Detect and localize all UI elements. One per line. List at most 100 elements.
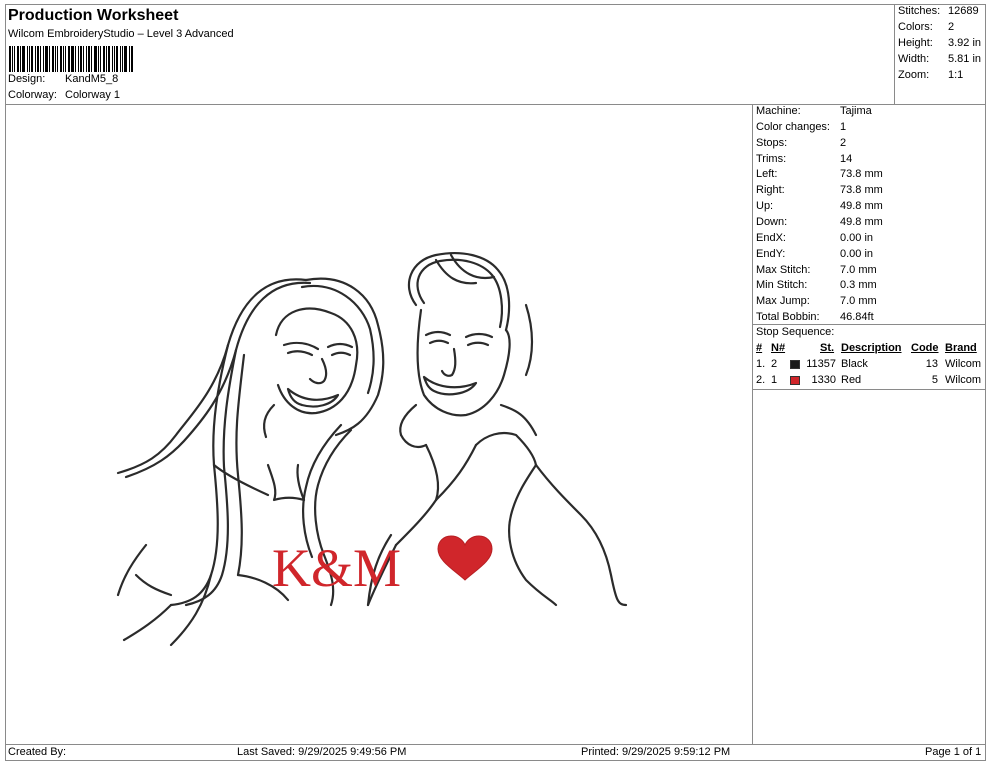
colorway-row: Colorway: Colorway 1: [8, 89, 120, 101]
barcode-bar: [116, 46, 118, 72]
machine-info-row: Color changes: 1: [756, 121, 846, 133]
barcode-bar: [68, 46, 70, 72]
machine-info-row: Max Stitch: 7.0 mm: [756, 264, 877, 276]
machine-info-value: 73.8 mm: [840, 184, 883, 197]
stop-needle: 1: [771, 374, 778, 386]
barcode-bar: [100, 46, 101, 72]
printed-date: Printed: 9/29/2025 9:59:12 PM: [581, 746, 731, 758]
stop-sequence-divider: [753, 324, 986, 325]
colorway-value: Colorway 1: [65, 89, 121, 101]
stop-stitches: 1330: [811, 374, 836, 386]
machine-info-label: Right:: [756, 184, 785, 197]
machine-info-row: Max Jump: 7.0 mm: [756, 295, 877, 307]
barcode-bar: [124, 46, 127, 72]
barcode-bar: [98, 46, 99, 72]
design-row: Design: KandM5_8: [8, 73, 118, 85]
barcode-bar: [55, 46, 56, 72]
machine-info-label: Total Bobbin:: [756, 311, 820, 324]
barcode-bar: [75, 46, 76, 72]
col-header-stitches: St.: [820, 342, 835, 354]
machine-info-value: Tajima: [840, 105, 872, 117]
barcode-bar: [29, 46, 30, 72]
barcode-bar: [14, 46, 15, 72]
barcode-bar: [9, 46, 11, 72]
stop-description: Red: [841, 374, 862, 386]
barcode-bar: [57, 46, 58, 72]
machine-info-row: Trims: 14: [756, 153, 852, 165]
barcode-bar: [60, 46, 62, 72]
machine-info-value: 14: [840, 152, 853, 165]
stop-code: 5: [931, 374, 938, 386]
stop-needle: 2: [771, 358, 778, 370]
zoom-value: 1:1: [948, 69, 964, 81]
machine-info-label: Min Stitch:: [756, 279, 808, 292]
design-preview: K&M: [6, 105, 752, 744]
machine-info-label: Color changes:: [756, 120, 830, 133]
barcode-bar: [120, 46, 121, 72]
monogram-text: K&M: [272, 538, 401, 598]
height-value: 3.92 in: [948, 37, 982, 49]
machine-info-row: Right: 73.8 mm: [756, 184, 883, 196]
machine-info-label: EndY:: [756, 247, 786, 260]
col-header-needle: N#: [771, 342, 786, 354]
panel-divider: [752, 104, 753, 744]
machine-info-value: 73.8 mm: [840, 168, 883, 181]
barcode-bar: [27, 46, 28, 72]
barcode-image: [9, 46, 137, 72]
barcode-bar: [40, 46, 41, 72]
col-header-brand: Brand: [945, 342, 977, 354]
colors-value: 2: [948, 21, 955, 33]
width-row: Width: 5.81 in: [898, 53, 981, 65]
stitches-value: 12689: [948, 5, 979, 17]
machine-info-row: Total Bobbin: 46.84ft: [756, 311, 874, 323]
page-title: Production Worksheet: [8, 7, 179, 24]
barcode-bar: [12, 46, 13, 72]
machine-info-label: Up:: [756, 200, 774, 213]
machine-info-row: Machine: Tajima: [756, 105, 872, 117]
barcode-bar: [49, 46, 50, 72]
barcode-bar: [78, 46, 79, 72]
barcode-bar: [35, 46, 36, 72]
barcode-bar: [131, 46, 133, 72]
barcode-bar: [31, 46, 33, 72]
machine-info-label: Machine:: [756, 105, 801, 117]
footer-divider: [5, 744, 986, 745]
software-name: Wilcom EmbroideryStudio – Level 3 Advanc…: [8, 28, 234, 40]
barcode-bar: [106, 46, 107, 72]
machine-info-value: 49.8 mm: [840, 215, 883, 228]
machine-info-row: EndX: 0.00 in: [756, 232, 873, 244]
barcode-bar: [45, 46, 48, 72]
width-label: Width:: [898, 53, 930, 65]
zoom-row: Zoom: 1:1: [898, 69, 963, 81]
width-value: 5.81 in: [948, 53, 982, 65]
stop-stitches: 11357: [806, 358, 836, 370]
machine-info-row: Stops: 2: [756, 137, 846, 149]
machine-info-label: EndX:: [756, 231, 786, 244]
machine-info-label: Left:: [756, 168, 778, 181]
zoom-label: Zoom:: [898, 69, 930, 81]
barcode-bar: [22, 46, 25, 72]
machine-info-value: 0.00 in: [840, 247, 874, 260]
col-header-description: Description: [841, 342, 902, 354]
stop-index: 2.: [756, 374, 766, 386]
machine-info-label: Trims:: [756, 152, 787, 165]
barcode-bar: [65, 46, 66, 72]
machine-info-label: Max Jump:: [756, 295, 810, 308]
machine-info-row: EndY: 0.00 in: [756, 248, 873, 260]
machine-info-label: Max Stitch:: [756, 263, 811, 276]
stop-sequence-bottom-divider: [753, 389, 986, 390]
stop-code: 13: [925, 358, 938, 370]
stop-brand: Wilcom: [945, 358, 982, 370]
barcode-bar: [17, 46, 19, 72]
barcode-bar: [83, 46, 84, 72]
height-row: Height: 3.92 in: [898, 37, 981, 49]
barcode-bar: [80, 46, 82, 72]
design-summary: Stitches: 12689 Colors: 2 Height: 3.92 in W…: [895, 4, 986, 104]
embroidery-design-image: K&M: [116, 252, 628, 647]
stop-description: Black: [841, 358, 868, 370]
barcode-bar: [37, 46, 39, 72]
barcode-bar: [91, 46, 92, 72]
barcode-bar: [86, 46, 87, 72]
barcode-bar: [43, 46, 44, 72]
stop-index: 1.: [756, 358, 766, 370]
